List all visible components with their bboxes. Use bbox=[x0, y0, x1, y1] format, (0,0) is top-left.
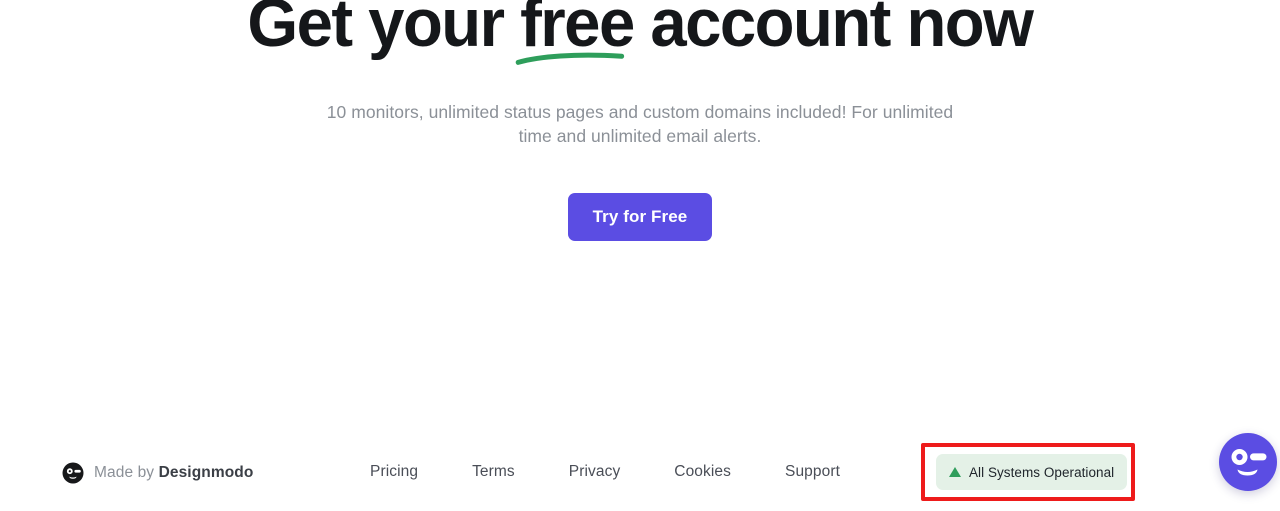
footer-navigation: Pricing Terms Privacy Cookies Support bbox=[370, 463, 840, 481]
try-for-free-button[interactable]: Try for Free bbox=[567, 193, 713, 241]
chat-widget-button[interactable] bbox=[1219, 433, 1277, 491]
hero-section: Get your free account now 10 monitors, u… bbox=[0, 0, 1280, 146]
footer-link-support[interactable]: Support bbox=[785, 463, 840, 481]
cta-container: Try for Free bbox=[0, 193, 1280, 241]
footer-link-pricing[interactable]: Pricing bbox=[370, 463, 418, 481]
landing-page: Get your free account now 10 monitors, u… bbox=[0, 0, 1280, 511]
designmodo-face-icon bbox=[62, 462, 84, 484]
page-title: Get your free account now bbox=[247, 0, 1034, 65]
headline-highlight-text: free bbox=[520, 0, 635, 61]
made-by-label: Made by Designmodo bbox=[94, 464, 253, 482]
annotation-highlight-box bbox=[921, 443, 1135, 501]
footer-link-terms[interactable]: Terms bbox=[472, 463, 515, 481]
hero-subtitle: 10 monitors, unlimited status pages and … bbox=[326, 102, 954, 146]
footer-link-cookies[interactable]: Cookies bbox=[674, 463, 731, 481]
made-by-credit[interactable]: Made by Designmodo bbox=[62, 462, 253, 484]
made-by-prefix: Made by bbox=[94, 464, 159, 481]
headline-text-before: Get your bbox=[247, 0, 521, 61]
chat-face-icon bbox=[1231, 449, 1267, 476]
made-by-brand: Designmodo bbox=[158, 464, 254, 481]
headline-text-after: account now bbox=[633, 0, 1034, 61]
headline-highlight-word: free bbox=[515, 0, 635, 65]
footer-link-privacy[interactable]: Privacy bbox=[569, 463, 621, 481]
